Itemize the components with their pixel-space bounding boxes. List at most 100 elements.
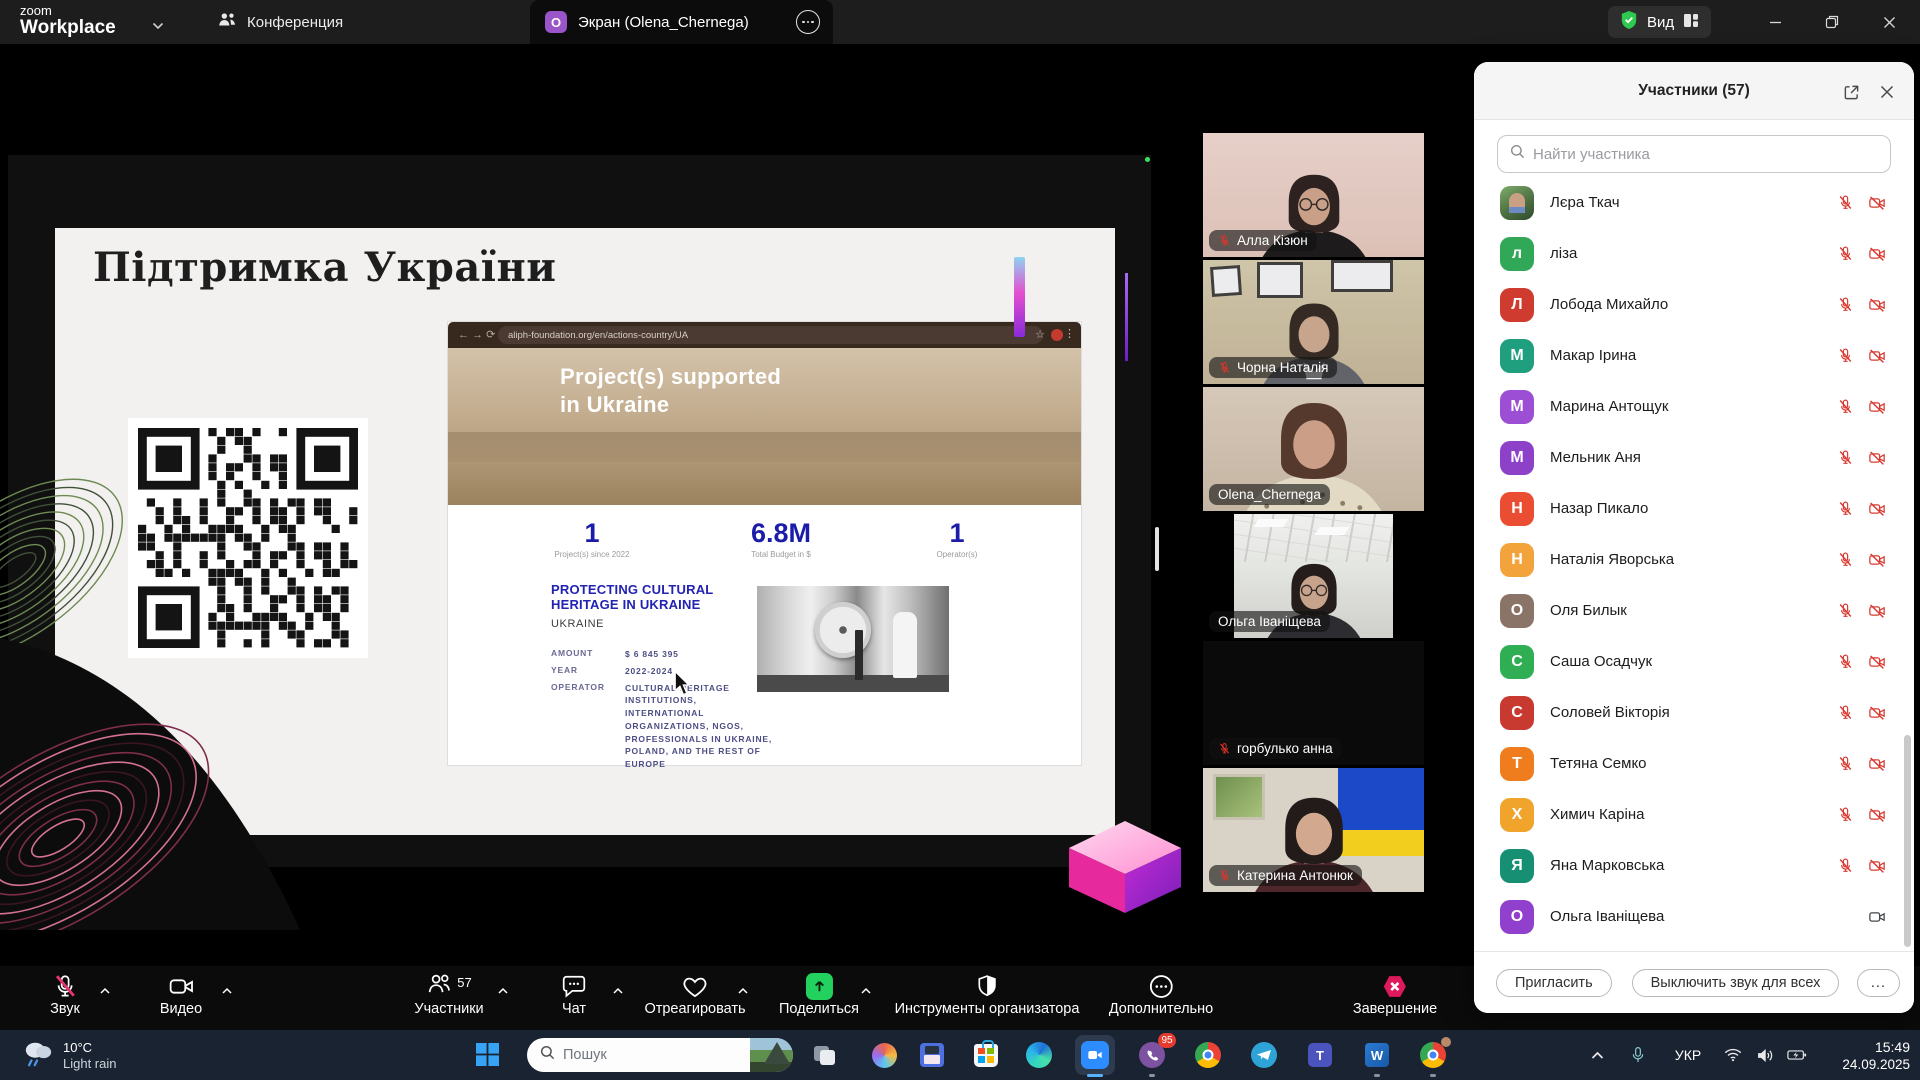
word-icon[interactable]: W [1361,1039,1393,1071]
chevron-down-icon[interactable] [152,17,164,35]
telegram-icon[interactable] [1248,1039,1280,1071]
audio-button[interactable]: Звук [50,971,80,1017]
audio-chevron-icon[interactable] [100,982,111,1000]
language-indicator[interactable]: УКР [1668,1030,1708,1080]
participant-name: Ольга Іваніщева [1550,908,1836,925]
taskbar-search[interactable] [527,1038,793,1072]
participant-row[interactable]: Лєра Ткач [1474,177,1914,228]
search-icon [1510,144,1525,164]
video-tile[interactable]: Чорна Наталія [1203,260,1424,384]
shared-screen[interactable]: Підтримка України ← → ⟳ aliph-foundation… [8,155,1151,867]
minimize-button[interactable] [1762,10,1788,34]
participant-row[interactable]: ТТетяна Семко [1474,738,1914,789]
search-input[interactable] [1533,146,1878,163]
participant-row[interactable]: ЛЛобода Михайло [1474,279,1914,330]
share-screen-icon [805,973,832,1000]
tab-shared-screen[interactable]: O Экран (Olena_Chernega) [530,0,833,44]
host-tools-button[interactable]: Инструменты организатора [895,971,1080,1017]
video-tile[interactable]: Olena_Chernega [1203,387,1424,511]
battery-icon[interactable] [1783,1030,1811,1080]
mic-off-icon [1836,347,1854,365]
hero-image: Project(s) supportedin Ukraine [448,348,1081,505]
video-tile[interactable]: Ольга Іваніщева [1203,514,1424,638]
participant-row[interactable]: ССоловей Вікторія [1474,687,1914,738]
chrome-icon[interactable] [1192,1039,1224,1071]
share-button[interactable]: Поделиться [779,971,859,1017]
chat-button[interactable]: Чат [561,971,587,1017]
participant-row[interactable]: ССаша Осадчук [1474,636,1914,687]
clock[interactable]: 15:49 24.09.2025 [1842,1038,1910,1074]
share-scrollbar[interactable] [1155,527,1159,571]
invite-button[interactable]: Пригласить [1496,969,1612,997]
floppy-app-icon[interactable] [916,1039,948,1071]
project-title: PROTECTING CULTURAL HERITAGE IN UKRAINE [551,582,731,613]
tray-expand-icon[interactable] [1584,1030,1610,1080]
video-tile[interactable]: Катерина Антонюк [1203,768,1424,892]
weather-desc: Light rain [63,1056,116,1072]
start-button[interactable] [476,1043,499,1071]
stat-operators: 1 Operator(s) [937,520,978,559]
wifi-icon[interactable] [1720,1030,1746,1080]
teams-icon[interactable]: T [1304,1039,1336,1071]
camera-off-icon [1868,806,1886,824]
edge-browser-icon[interactable] [1023,1039,1055,1071]
close-panel-icon[interactable] [1876,81,1898,103]
video-button[interactable]: Видео [160,971,202,1017]
participants-chevron-icon[interactable] [498,982,509,1000]
browser-profile-avatar [1051,329,1063,341]
search-highlight-image[interactable] [750,1038,793,1072]
participants-header: Участники (57) [1474,62,1914,120]
participants-panel: Участники (57) Лєра ТкачллізаЛЛобода Мих… [1474,62,1914,1013]
end-meeting-button[interactable]: Завершение [1353,971,1437,1017]
mute-all-button[interactable]: Выключить звук для всех [1632,969,1840,997]
participant-row[interactable]: ННазар Пикало [1474,483,1914,534]
time: 15:49 [1842,1038,1910,1056]
participant-row[interactable]: ННаталія Яворська [1474,534,1914,585]
participant-row[interactable]: ЯЯна Марковська [1474,840,1914,891]
viber-icon[interactable]: 95 [1136,1039,1168,1071]
mic-off-icon [1836,245,1854,263]
more-options-button[interactable]: ... [1857,969,1900,997]
more-button[interactable]: Дополнительно [1109,971,1213,1017]
participant-row[interactable]: ММакар Ірина [1474,330,1914,381]
browser-screenshot: ← → ⟳ aliph-foundation.org/en/actions-co… [448,322,1081,765]
tray-mic-icon[interactable] [1625,1030,1651,1080]
react-button[interactable]: Отреагировать [644,971,745,1017]
participants-button[interactable]: 57 Участники [414,971,483,1017]
volume-icon[interactable] [1752,1030,1778,1080]
copilot-icon[interactable] [868,1039,900,1071]
popout-icon[interactable] [1840,81,1862,103]
muted-mic-icon [1218,742,1231,755]
tab-conference[interactable]: Конференция [218,0,343,44]
participant-name: Яна Марковська [1550,857,1836,874]
zoom-app-icon[interactable] [1079,1039,1111,1071]
participants-scrollbar[interactable] [1904,735,1911,947]
participant-row[interactable]: ММельник Аня [1474,432,1914,483]
participant-name: Марина Антощук [1550,398,1836,415]
taskbar-search-input[interactable] [563,1047,750,1063]
video-tile[interactable]: горбулько анна [1203,641,1424,765]
react-chevron-icon[interactable] [738,982,749,1000]
participant-row[interactable]: ММарина Антощук [1474,381,1914,432]
participant-row[interactable]: ООльга Іваніщева [1474,891,1914,942]
weather-widget[interactable]: 10°C Light rain [22,1038,116,1073]
participants-footer: Пригласить Выключить звук для всех ... [1474,951,1914,1013]
participant-row[interactable]: ХХимич Каріна [1474,789,1914,840]
close-button[interactable] [1876,10,1902,34]
mic-off-icon [1836,602,1854,620]
restore-button[interactable] [1819,10,1845,34]
chrome-profile-icon[interactable] [1417,1039,1449,1071]
view-button[interactable]: Вид [1608,6,1711,38]
presentation-slide: Підтримка України ← → ⟳ aliph-foundation… [55,228,1115,835]
chat-chevron-icon[interactable] [613,982,624,1000]
share-chevron-icon[interactable] [861,982,872,1000]
tab-options-icon[interactable] [796,10,820,34]
participant-row[interactable]: ООля Билык [1474,585,1914,636]
video-tile[interactable]: Алла Кізюн [1203,133,1424,257]
microsoft-store-icon[interactable] [970,1039,1002,1071]
participant-search[interactable] [1497,135,1891,173]
task-view-icon[interactable] [809,1039,841,1071]
video-chevron-icon[interactable] [222,982,233,1000]
participant-row[interactable]: лліза [1474,228,1914,279]
project-fields: AMOUNT$ 6 845 395 YEAR2022-2024 OPERATOR… [551,648,781,775]
